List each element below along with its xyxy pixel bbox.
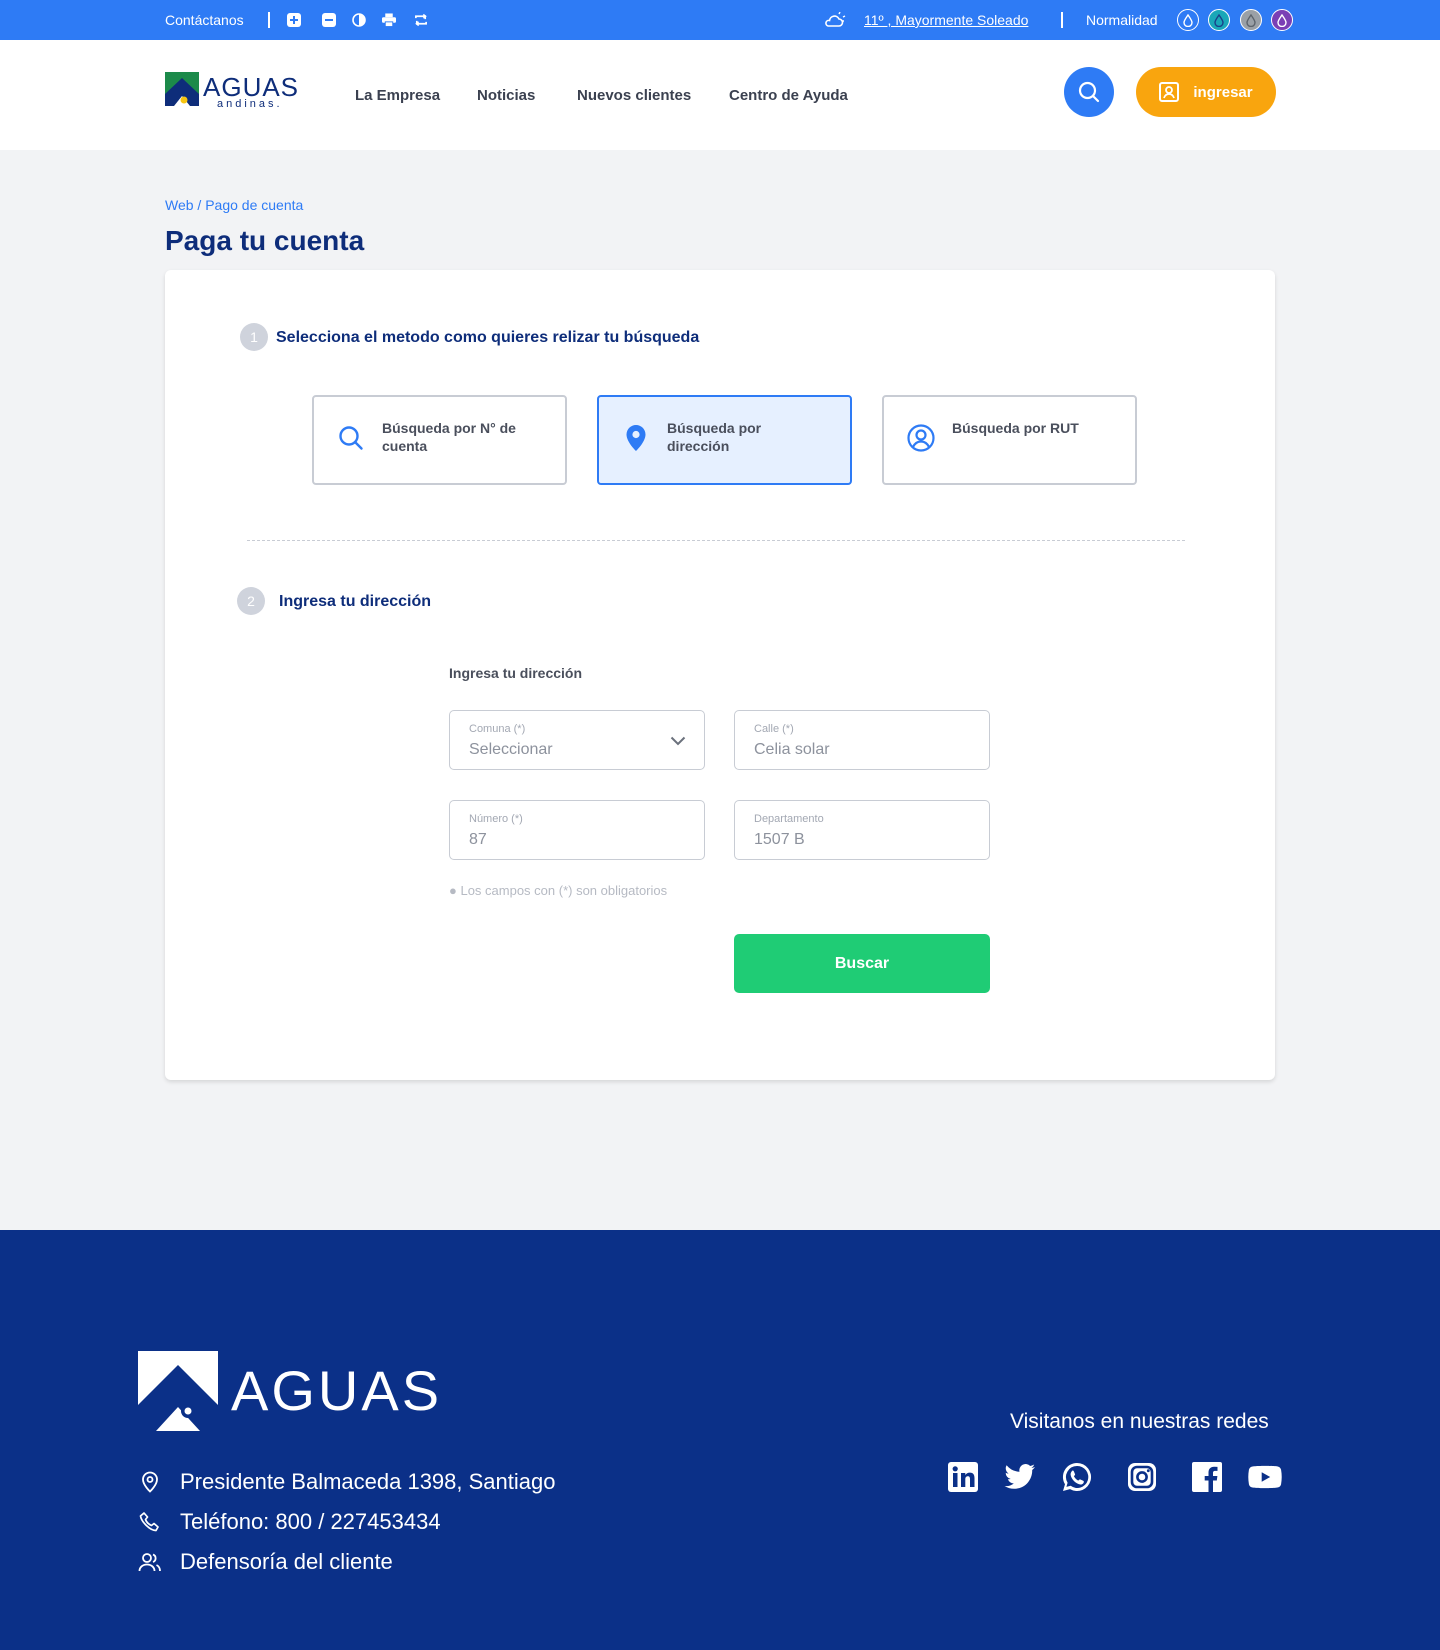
breadcrumb[interactable]: Web / Pago de cuenta [165, 197, 303, 213]
search-by-account-option[interactable]: Búsqueda por N° de cuenta [312, 395, 567, 485]
search-button[interactable] [1064, 67, 1114, 117]
footer-phone[interactable]: Teléfono: 800 / 227453434 [138, 1507, 441, 1537]
field-label: Comuna (*) [469, 723, 526, 735]
search-by-rut-option[interactable]: Búsqueda por RUT [882, 395, 1137, 485]
footer-defense-text: Defensoría del cliente [180, 1549, 393, 1574]
numero-field[interactable]: Número (*) 87 [449, 800, 705, 860]
linkedin-icon[interactable] [946, 1460, 980, 1494]
required-fields-note: ● Los campos con (*) son obligatorios [449, 883, 668, 898]
nav-centro-de-ayuda[interactable]: Centro de Ayuda [729, 40, 848, 150]
field-label: Departamento [754, 813, 824, 825]
users-icon [138, 1550, 162, 1574]
footer-phone-text: Teléfono: 800 / 227453434 [180, 1509, 441, 1534]
user-badge-icon [1159, 82, 1180, 102]
step-1-number: 1 [240, 323, 268, 351]
contact-link[interactable]: Contáctanos [165, 0, 244, 40]
top-utility-bar: Contáctanos 11º , Mayormente Soleado Nor… [0, 0, 1440, 40]
field-value: 1507 B [754, 831, 805, 848]
water-drop-gray-icon[interactable] [1240, 9, 1262, 31]
option-label: Búsqueda por N° de cuenta [382, 420, 516, 454]
page-title: Paga tu cuenta [165, 225, 365, 256]
whatsapp-icon[interactable] [1060, 1460, 1094, 1494]
option-label: Búsqueda por RUT [952, 420, 1079, 436]
twitter-icon[interactable] [1003, 1460, 1037, 1494]
search-icon [336, 423, 366, 453]
address-form-title: Ingresa tu dirección [449, 665, 583, 681]
print-icon[interactable] [382, 13, 396, 27]
decrease-font-icon[interactable] [322, 13, 336, 27]
login-button[interactable]: ingresar [1136, 67, 1276, 117]
footer-defense[interactable]: Defensoría del cliente [138, 1547, 393, 1577]
aguas-logo-icon [138, 1351, 218, 1431]
social-title: Visitanos en nuestras redes [1010, 1410, 1269, 1433]
search-by-address-option[interactable]: Búsqueda por dirección [597, 395, 852, 485]
footer-logo-mark[interactable] [138, 1351, 218, 1431]
step-2-title: Ingresa tu dirección [279, 593, 432, 610]
contrast-icon[interactable] [352, 13, 366, 27]
field-value: Seleccionar [469, 741, 553, 758]
nav-nuevos-clientes[interactable]: Nuevos clientes [577, 40, 691, 150]
water-drop-teal-icon[interactable] [1208, 9, 1230, 31]
nav-noticias[interactable]: Noticias [477, 40, 535, 150]
footer-address-text: Presidente Balmaceda 1398, Santiago [180, 1469, 556, 1494]
chevron-down-icon [670, 736, 686, 746]
user-circle-icon [906, 423, 936, 453]
facebook-icon[interactable] [1190, 1460, 1224, 1494]
option-label: Búsqueda por dirección [667, 420, 762, 454]
divider [268, 12, 270, 28]
calle-field[interactable]: Calle (*) Celia solar [734, 710, 990, 770]
aguas-logo-icon [165, 72, 199, 106]
instagram-icon[interactable] [1125, 1460, 1159, 1494]
nav-la-empresa[interactable]: La Empresa [355, 40, 440, 150]
step-2-number: 2 [237, 587, 265, 615]
brand-subname: andinas. [217, 98, 283, 110]
weather-link[interactable]: 11º , Mayormente Soleado [864, 0, 1028, 40]
field-label: Número (*) [469, 813, 523, 825]
water-drop-blue-icon[interactable] [1177, 9, 1199, 31]
search-icon [1078, 81, 1100, 103]
footer-address: Presidente Balmaceda 1398, Santiago [138, 1467, 555, 1497]
field-value: 87 [469, 831, 487, 848]
service-status: Normalidad [1086, 12, 1158, 28]
water-drop-purple-icon[interactable] [1271, 9, 1293, 31]
main-header: AGUAS andinas. La Empresa Noticias Nuevo… [0, 40, 1440, 150]
footer: AGUAS Presidente Balmaceda 1398, Santiag… [0, 1230, 1440, 1650]
weather-cloud-sun-icon [824, 12, 846, 27]
youtube-icon[interactable] [1248, 1460, 1282, 1494]
step-1-title: Selecciona el metodo como quieres reliza… [276, 329, 700, 346]
field-value: Celia solar [754, 741, 830, 758]
field-label: Calle (*) [754, 723, 794, 735]
comuna-select[interactable]: Comuna (*) Seleccionar [449, 710, 705, 770]
refresh-icon[interactable] [414, 13, 428, 27]
brand-logo[interactable]: AGUAS andinas. [165, 72, 298, 112]
increase-font-icon[interactable] [287, 13, 301, 27]
payment-search-card: 1 Selecciona el metodo como quieres reli… [165, 270, 1275, 1080]
login-label: ingresar [1193, 83, 1253, 101]
footer-brand-name: AGUAS [231, 1359, 443, 1422]
phone-icon [138, 1510, 162, 1534]
divider [1061, 12, 1063, 28]
departamento-field[interactable]: Departamento 1507 B [734, 800, 990, 860]
section-divider [247, 540, 1185, 541]
location-pin-icon [621, 423, 651, 453]
location-pin-icon [138, 1470, 162, 1494]
buscar-button[interactable]: Buscar [734, 934, 990, 993]
